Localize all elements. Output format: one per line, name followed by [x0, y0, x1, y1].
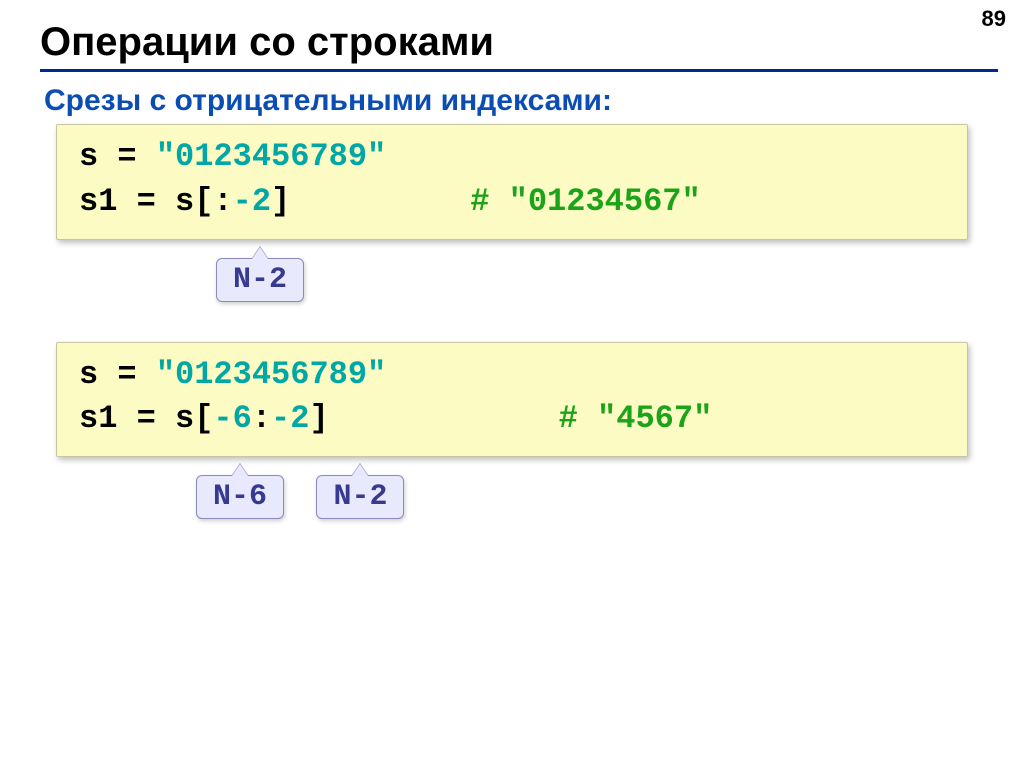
page-number: 89	[982, 6, 1006, 32]
negative-index: -6	[213, 400, 251, 437]
negative-index: -2	[271, 400, 309, 437]
code-line: s = "0123456789"	[79, 353, 943, 398]
callout-tag: N-6	[196, 475, 284, 519]
code-text: s =	[79, 138, 156, 175]
comment: # "4567"	[559, 400, 713, 437]
code-text: ]	[309, 400, 328, 437]
code-text: :	[252, 400, 271, 437]
callout-tag: N-2	[216, 258, 304, 302]
title-rule	[40, 69, 998, 72]
code-text: s1 = s[:	[79, 183, 233, 220]
slide-title: Операции со строками	[40, 20, 1024, 65]
callout-tag: N-2	[316, 475, 404, 519]
slide-subtitle: Срезы с отрицательными индексами:	[44, 84, 1024, 118]
code-text: s1 = s[	[79, 400, 213, 437]
string-literal: "0123456789"	[156, 356, 386, 393]
code-line: s = "0123456789"	[79, 135, 943, 180]
slide: 89 Операции со строками Срезы с отрицате…	[0, 0, 1024, 767]
code-example-1: s = "0123456789" s1 = s[:-2] # "01234567"	[56, 124, 968, 240]
callout-row: N-6 N-2	[56, 475, 1024, 519]
callout-row: N-2	[56, 258, 1024, 302]
code-line: s1 = s[:-2] # "01234567"	[79, 180, 943, 225]
comment: # "01234567"	[470, 183, 700, 220]
code-example-2: s = "0123456789" s1 = s[-6:-2] # "4567"	[56, 342, 968, 458]
string-literal: "0123456789"	[156, 138, 386, 175]
negative-index: -2	[233, 183, 271, 220]
code-text: ]	[271, 183, 290, 220]
code-line: s1 = s[-6:-2] # "4567"	[79, 397, 943, 442]
code-text: s =	[79, 356, 156, 393]
